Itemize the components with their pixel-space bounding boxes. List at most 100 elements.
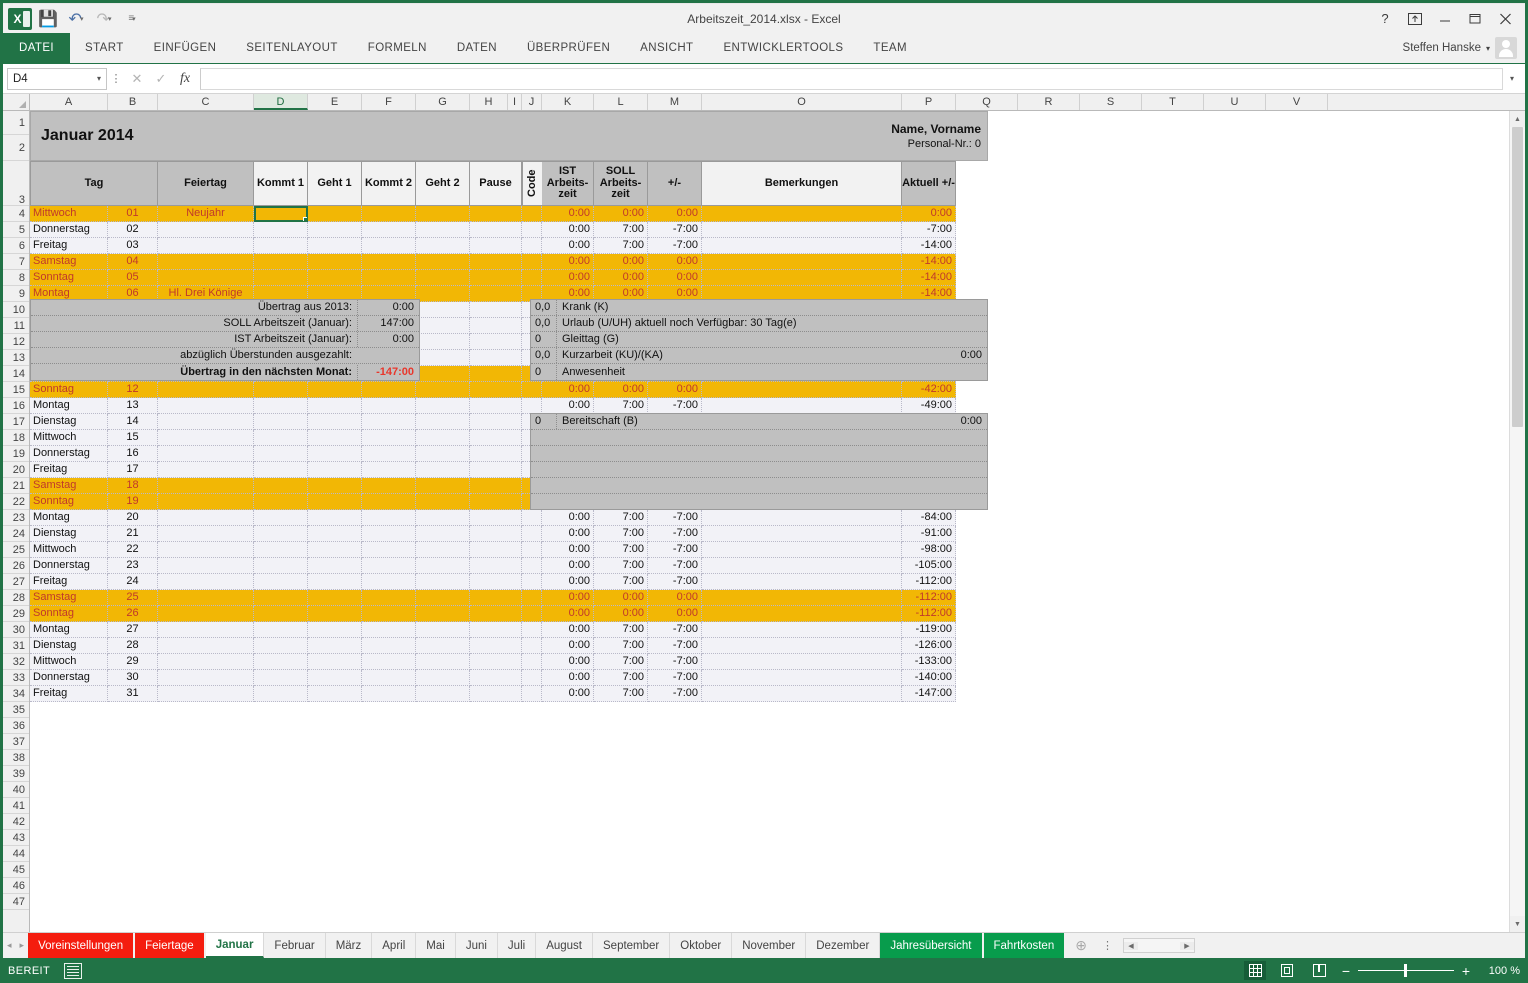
cell[interactable] — [362, 590, 416, 606]
cell[interactable]: -7:00 — [648, 222, 702, 238]
cell[interactable]: -14:00 — [902, 270, 956, 286]
row-header[interactable]: 20 — [3, 462, 29, 478]
zoom-level[interactable]: 100 % — [1478, 965, 1520, 977]
cell[interactable] — [416, 654, 470, 670]
cell[interactable] — [308, 510, 362, 526]
cell[interactable] — [362, 254, 416, 270]
cell[interactable] — [522, 558, 542, 574]
table-row[interactable]: Dienstag280:007:00-7:00-126:00 — [30, 638, 1525, 654]
cell[interactable] — [308, 686, 362, 702]
row-header[interactable]: 40 — [3, 782, 29, 798]
table-row[interactable]: Montag130:007:00-7:00-49:00 — [30, 398, 1525, 414]
cell[interactable]: Dienstag — [30, 638, 108, 654]
cell[interactable]: -7:00 — [648, 238, 702, 254]
sheet-tab-feiertage[interactable]: Feiertage — [135, 933, 206, 958]
cell[interactable] — [362, 670, 416, 686]
cell[interactable]: 0:00 — [542, 622, 594, 638]
cell[interactable]: 0:00 — [648, 606, 702, 622]
cell[interactable] — [416, 574, 470, 590]
cell[interactable]: 28 — [108, 638, 158, 654]
column-header-d[interactable]: D — [254, 94, 308, 110]
row-header[interactable]: 43 — [3, 830, 29, 846]
tab-ansicht[interactable]: ANSICHT — [625, 33, 708, 63]
cell[interactable] — [470, 478, 522, 494]
cell[interactable]: 0:00 — [594, 606, 648, 622]
cell[interactable]: 0:00 — [594, 254, 648, 270]
cell[interactable]: -112:00 — [902, 574, 956, 590]
cell[interactable]: -112:00 — [902, 590, 956, 606]
cell[interactable] — [362, 558, 416, 574]
row-header[interactable]: 39 — [3, 766, 29, 782]
cell[interactable] — [470, 366, 522, 382]
sheet-tab-april[interactable]: April — [372, 933, 416, 958]
cell[interactable]: -98:00 — [902, 542, 956, 558]
cell[interactable]: 7:00 — [594, 222, 648, 238]
ribbon-display-options-icon[interactable] — [1401, 8, 1429, 30]
cell[interactable]: -7:00 — [648, 622, 702, 638]
row-header[interactable]: 4 — [3, 206, 29, 222]
table-row[interactable]: Montag270:007:00-7:00-119:00 — [30, 622, 1525, 638]
table-row[interactable]: Freitag310:007:00-7:00-147:00 — [30, 686, 1525, 702]
cell[interactable] — [416, 606, 470, 622]
cell[interactable] — [470, 350, 522, 366]
cell[interactable]: 0:00 — [594, 590, 648, 606]
expand-formula-bar-icon[interactable]: ▾ — [1503, 74, 1521, 83]
cell[interactable]: -7:00 — [648, 542, 702, 558]
cell[interactable]: Donnerstag — [30, 558, 108, 574]
cell[interactable] — [702, 542, 902, 558]
cell[interactable]: -42:00 — [902, 382, 956, 398]
row-header[interactable]: 28 — [3, 590, 29, 606]
scroll-left-icon[interactable]: ◀ — [1124, 942, 1138, 950]
column-header-f[interactable]: F — [362, 94, 416, 110]
cell[interactable] — [362, 446, 416, 462]
cell[interactable] — [308, 446, 362, 462]
cell[interactable]: 7:00 — [594, 398, 648, 414]
row-header[interactable]: 3 — [3, 161, 29, 206]
cell[interactable]: 19 — [108, 494, 158, 510]
cell[interactable] — [470, 222, 522, 238]
cell[interactable] — [702, 654, 902, 670]
cell[interactable]: -119:00 — [902, 622, 956, 638]
cell[interactable]: -133:00 — [902, 654, 956, 670]
row-header[interactable]: 16 — [3, 398, 29, 414]
table-row[interactable]: Sonntag050:000:000:00-14:00 — [30, 270, 1525, 286]
cell[interactable] — [522, 206, 542, 222]
cell[interactable] — [308, 574, 362, 590]
row-header[interactable]: 13 — [3, 350, 29, 366]
row-header[interactable]: 38 — [3, 750, 29, 766]
column-header-o[interactable]: O — [702, 94, 902, 110]
column-header-t[interactable]: T — [1142, 94, 1204, 110]
cell[interactable] — [470, 270, 522, 286]
cell[interactable] — [254, 558, 308, 574]
cell[interactable]: 0:00 — [542, 270, 594, 286]
cell[interactable] — [416, 638, 470, 654]
row-header[interactable]: 34 — [3, 686, 29, 702]
tab-start[interactable]: START — [70, 33, 139, 63]
cell[interactable]: 7:00 — [594, 574, 648, 590]
cell[interactable] — [158, 254, 254, 270]
cell[interactable] — [702, 590, 902, 606]
cell[interactable] — [308, 478, 362, 494]
cell[interactable] — [254, 654, 308, 670]
cell[interactable]: 0:00 — [542, 238, 594, 254]
cell[interactable]: -49:00 — [902, 398, 956, 414]
cell[interactable]: -112:00 — [902, 606, 956, 622]
row-header[interactable]: 26 — [3, 558, 29, 574]
table-row[interactable]: Mittwoch290:007:00-7:00-133:00 — [30, 654, 1525, 670]
cell[interactable] — [254, 254, 308, 270]
cell[interactable]: Freitag — [30, 574, 108, 590]
cell[interactable]: 21 — [108, 526, 158, 542]
cell[interactable] — [254, 446, 308, 462]
cell[interactable] — [158, 574, 254, 590]
cell[interactable] — [522, 622, 542, 638]
cell[interactable] — [416, 398, 470, 414]
cell[interactable] — [308, 542, 362, 558]
cell[interactable] — [362, 686, 416, 702]
cell[interactable] — [416, 222, 470, 238]
cell[interactable]: 02 — [108, 222, 158, 238]
cell[interactable] — [158, 622, 254, 638]
cell[interactable] — [470, 606, 522, 622]
cell[interactable]: 13 — [108, 398, 158, 414]
cell[interactable] — [308, 622, 362, 638]
cell[interactable] — [362, 398, 416, 414]
